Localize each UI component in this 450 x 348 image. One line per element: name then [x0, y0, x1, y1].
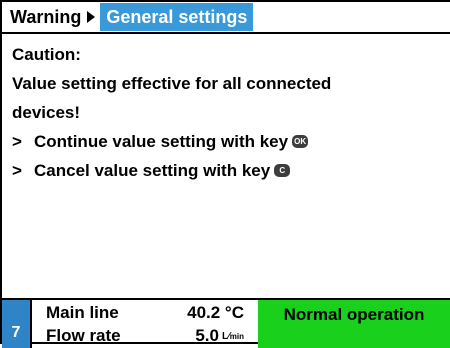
cancel-key-icon[interactable]: C: [274, 164, 291, 177]
breadcrumb-warning[interactable]: Warning: [2, 7, 81, 28]
flow-rate-value: 5.0: [195, 326, 219, 345]
breadcrumb-arrow-icon: [87, 11, 96, 23]
main-line-label: Main line: [46, 303, 119, 322]
device-screen: Warning General settings Caution: Value …: [0, 0, 450, 348]
continue-instruction: > Continue value setting with key OK: [12, 127, 442, 156]
breadcrumb-general-settings[interactable]: General settings: [100, 3, 254, 31]
cancel-text: Cancel value setting with key: [34, 161, 271, 180]
readings-panel: Main line 40.2 °C Flow rate 5.0 L⁄min: [32, 300, 258, 348]
message-line-1: Value setting effective for all connecte…: [12, 74, 332, 93]
flow-rate-unit: L⁄min: [221, 331, 244, 343]
flow-unit-top: L: [221, 331, 229, 343]
cancel-instruction: > Cancel value setting with key C: [12, 156, 442, 185]
caution-title: Caution:: [12, 45, 81, 64]
main-line-value: 40.2 °C: [187, 303, 244, 322]
flow-rate-reading: 5.0 L⁄min: [195, 326, 244, 346]
device-number-badge: 7: [2, 300, 32, 348]
status-footer: 7 Main line 40.2 °C Flow rate 5.0 L⁄min N…: [2, 298, 450, 348]
bullet-marker: >: [12, 161, 22, 180]
bullet-marker: >: [12, 132, 22, 151]
ok-key-icon[interactable]: OK: [292, 135, 309, 148]
continue-text: Continue value setting with key: [34, 132, 289, 151]
status-badge: Normal operation: [258, 300, 450, 348]
header-breadcrumb: Warning General settings: [2, 2, 450, 34]
flow-rate-label: Flow rate: [46, 326, 121, 345]
flow-unit-bottom: min: [229, 332, 244, 342]
message-area: Caution: Value setting effective for all…: [12, 40, 442, 185]
message-line-2: devices!: [12, 103, 81, 122]
